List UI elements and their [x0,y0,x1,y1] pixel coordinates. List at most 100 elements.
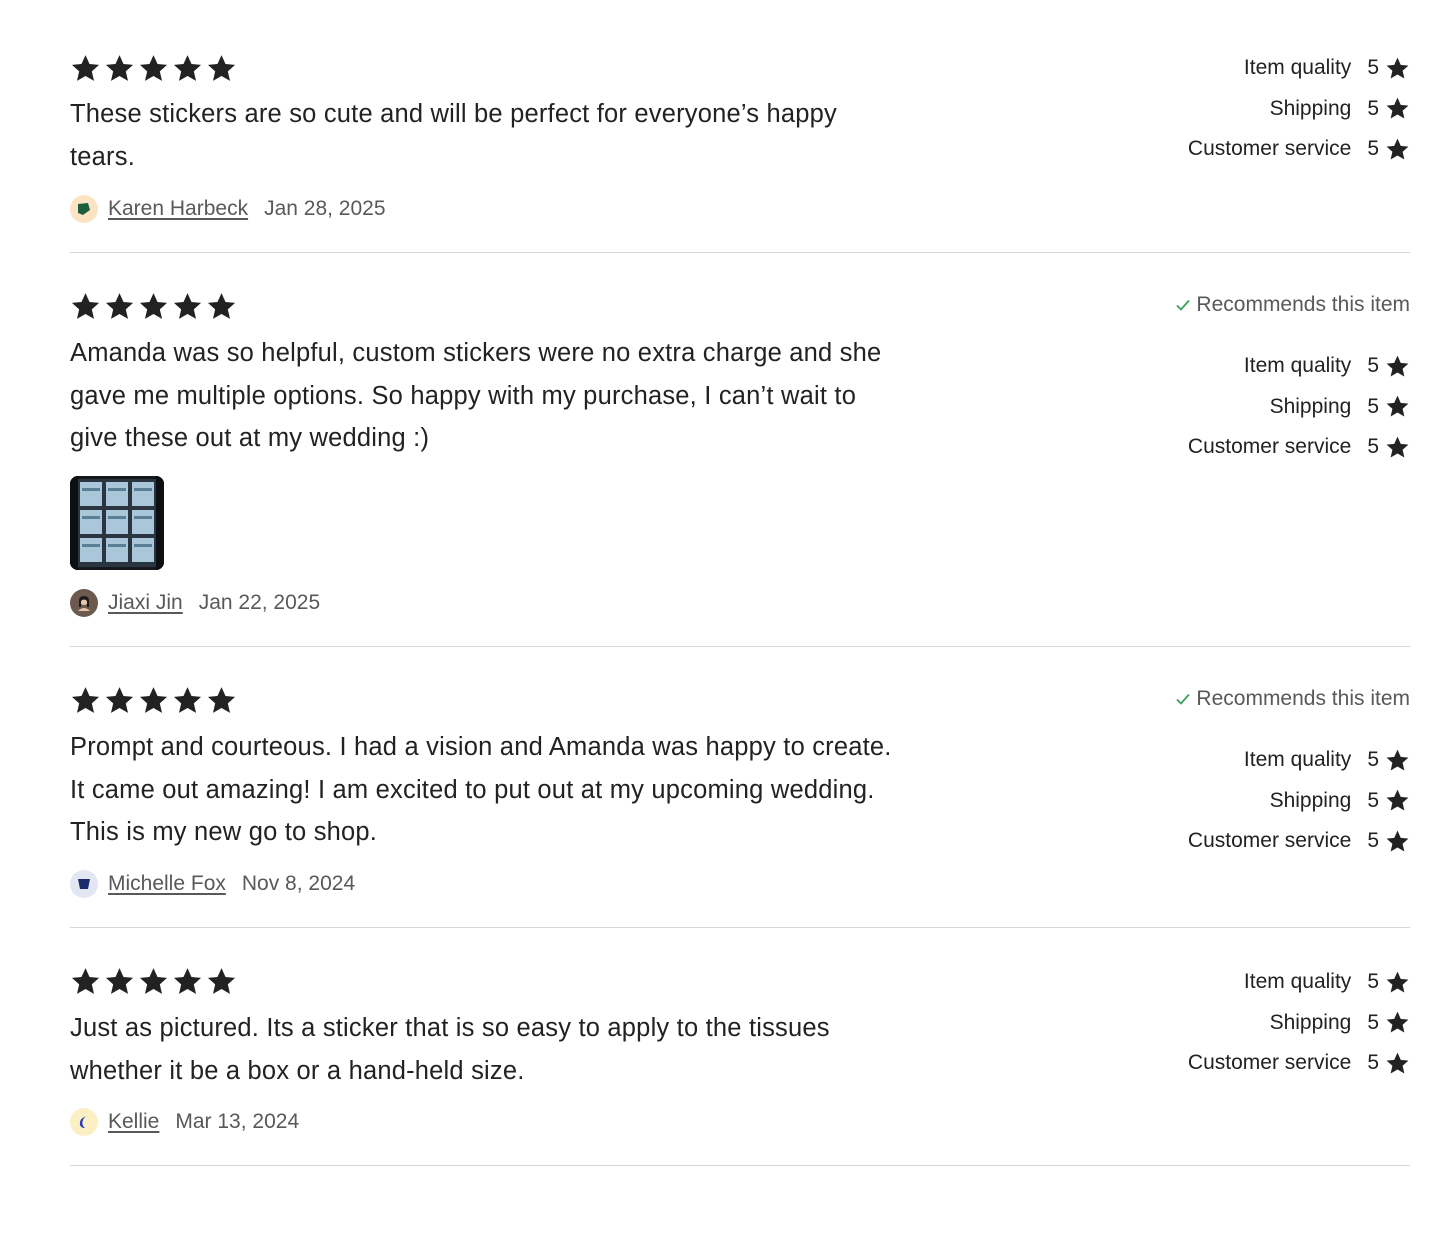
recommends-badge: Recommends this item [1174,293,1410,317]
rating-row-item-quality: Item quality 5 [1188,48,1410,89]
rating-label: Item quality [1243,354,1352,378]
reviewer-name-link[interactable]: Karen Harbeck [108,197,248,221]
star-icon [138,53,169,84]
review-date: Jan 22, 2025 [198,591,321,614]
rating-label: Customer service [1187,1051,1352,1075]
rating-label: Customer service [1187,137,1352,161]
star-icon [138,966,169,997]
star-icon [1385,829,1410,854]
rating-row-item-quality: Item quality 5 [1188,740,1410,781]
rating-value: 5 [1367,829,1379,853]
review-card: Prompt and courteous. I had a vision and… [70,647,1410,928]
avatar[interactable] [70,589,98,617]
rating-value: 5 [1367,354,1379,378]
rating-row-item-quality: Item quality 5 [1188,346,1410,387]
reviews-list: These stickers are so cute and will be p… [70,0,1410,1166]
rating-row-item-quality: Item quality 5 [1188,962,1410,1003]
star-icon [70,685,101,716]
review-byline: Jiaxi Jin Jan 22, 2025 [70,588,320,618]
review-text: Amanda was so helpful, custom stickers w… [70,339,882,452]
star-icon [206,966,237,997]
rating-value: 5 [1367,394,1379,418]
star-icon [104,685,135,716]
star-rating [70,966,237,997]
rating-value: 5 [1367,1010,1379,1034]
star-icon [1385,748,1410,773]
star-icon [206,291,237,322]
star-icon [206,53,237,84]
star-icon [1385,354,1410,379]
check-icon [1176,693,1191,705]
star-icon [70,53,101,84]
star-icon [172,966,203,997]
star-icon [104,53,135,84]
review-byline: Michelle Fox Nov 8, 2024 [70,869,355,899]
review-card: Just as pictured. Its a sticker that is … [70,928,1410,1166]
star-icon [206,685,237,716]
rating-value: 5 [1367,788,1379,812]
green-leaf-icon [78,203,90,215]
rating-label: Customer service [1187,435,1352,459]
star-rating [70,53,237,84]
star-icon [138,291,169,322]
star-icon [70,291,101,322]
rating-label: Item quality [1243,56,1352,80]
rating-label: Customer service [1187,829,1352,853]
star-icon [1385,788,1410,813]
rating-row-customer-service: Customer service 5 [1188,821,1410,862]
rating-row-customer-service: Customer service 5 [1188,1043,1410,1084]
rating-value: 5 [1367,56,1379,80]
star-icon [172,291,203,322]
review-byline: Karen Harbeck Jan 28, 2025 [70,194,386,224]
rating-value: 5 [1367,970,1379,994]
review-photo-image [70,476,164,570]
star-icon [104,966,135,997]
recommends-label: Recommends this item [1196,293,1410,316]
star-icon [1385,1010,1410,1035]
rating-label: Shipping [1269,96,1352,120]
avatar[interactable] [70,195,98,223]
rating-label: Item quality [1243,970,1352,994]
star-icon [1385,1051,1410,1076]
navy-shape-icon [78,879,90,889]
review-date: Jan 28, 2025 [264,197,386,220]
star-icon [1385,56,1410,81]
review-date: Nov 8, 2024 [241,872,356,895]
rating-label: Shipping [1269,394,1352,418]
review-text: Prompt and courteous. I had a vision and… [70,733,892,846]
rating-row-customer-service: Customer service 5 [1188,129,1410,170]
rating-label: Shipping [1269,1010,1352,1034]
star-icon [1385,394,1410,419]
review-text: Just as pictured. Its a sticker that is … [70,1014,830,1085]
reviewer-name-link[interactable]: Michelle Fox [108,872,226,896]
star-icon [138,685,169,716]
reviewer-name-link[interactable]: Kellie [108,1110,159,1134]
recommends-label: Recommends this item [1196,687,1410,710]
reviewer-name-link[interactable]: Jiaxi Jin [108,591,183,615]
profile-photo-icon [78,596,90,611]
star-icon [1385,970,1410,995]
rating-label: Shipping [1269,788,1352,812]
rating-value: 5 [1367,137,1379,161]
recommends-badge: Recommends this item [1174,687,1410,711]
star-icon [1385,435,1410,460]
avatar[interactable] [70,870,98,898]
review-date: Mar 13, 2024 [175,1110,300,1133]
review-byline: Kellie Mar 13, 2024 [70,1107,299,1137]
star-icon [1385,96,1410,121]
rating-row-shipping: Shipping 5 [1188,781,1410,822]
review-photo-thumbnail[interactable] [70,476,164,570]
rating-label: Item quality [1243,748,1352,772]
check-icon [1176,299,1191,311]
rating-value: 5 [1367,748,1379,772]
blue-crescent-icon [79,1116,87,1128]
avatar[interactable] [70,1108,98,1136]
star-icon [1385,137,1410,162]
star-icon [104,291,135,322]
star-icon [70,966,101,997]
star-icon [172,685,203,716]
rating-row-shipping: Shipping 5 [1188,387,1410,428]
review-card: These stickers are so cute and will be p… [70,0,1410,253]
review-card: Amanda was so helpful, custom stickers w… [70,253,1410,647]
rating-value: 5 [1367,96,1379,120]
